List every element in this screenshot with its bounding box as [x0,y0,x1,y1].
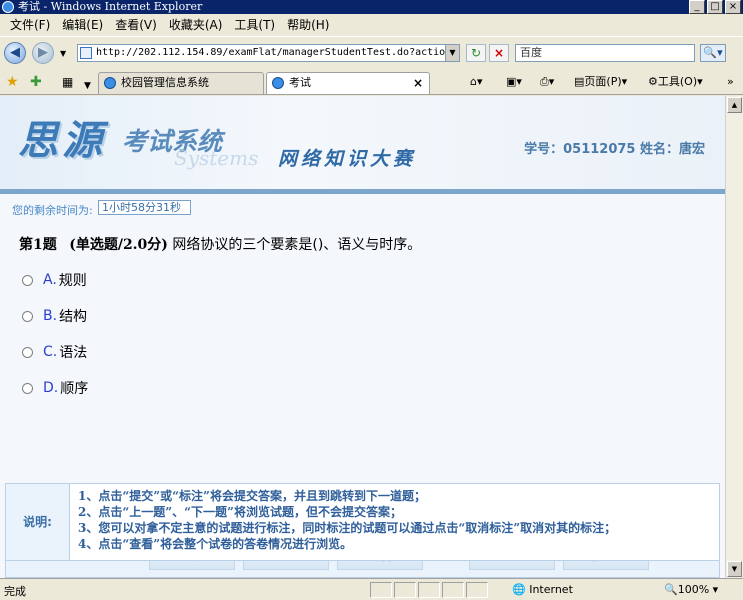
question-text: 网络协议的三个要素是()、语义与时序。 [172,237,422,253]
option-a[interactable]: A. 规则 [22,270,87,290]
tab-list-dropdown-icon[interactable]: ▼ [84,77,91,95]
scroll-up-button[interactable]: ▲ [727,97,742,113]
radio-d[interactable] [22,382,33,394]
feeds-icon[interactable]: ▣▾ [506,72,522,92]
page-icon [80,47,92,59]
address-dropdown-button[interactable]: ▼ [445,45,459,61]
timer-label: 您的剩余时间为: [12,204,93,217]
tab-ie-icon [104,77,116,89]
menu-favorites[interactable]: 收藏夹(A) [163,15,229,35]
tab-row: ★ ✚ ▦ ▼ 校园管理信息系统 考试 × ⌂▾ ▣▾ ⎙▾ ▤页面(P)▾ ⚙… [0,69,743,95]
browser-window: 考试 - Windows Internet Explorer _ □ × 文件(… [0,0,743,600]
stop-button[interactable]: × [489,44,509,62]
logo-main: 思源 [18,117,106,164]
zoom-level: 100% [677,583,710,596]
status-bar: 完成 🌐 Internet 🔍100% ▾ [0,578,743,600]
help-line: 2、点击“上一题”、“下一题”将浏览试题，但不会提交答案； [78,505,402,519]
refresh-button[interactable]: ↻ [466,44,486,62]
status-segment [466,582,488,598]
tab-label: 考试 [289,76,311,89]
option-letter: C. [43,344,58,360]
radio-c[interactable] [22,346,33,358]
search-input[interactable]: 百度 [515,44,695,62]
window-title: 考试 - Windows Internet Explorer [18,0,203,13]
menu-help[interactable]: 帮助(H) [281,15,335,35]
minimize-button[interactable]: _ [689,0,705,14]
favorites-star-icon[interactable]: ★ [6,73,19,91]
menu-bar: 文件(F) 编辑(E) 查看(V) 收藏夹(A) 工具(T) 帮助(H) [0,15,743,35]
more-chevron-icon[interactable]: » [727,72,734,92]
menu-file[interactable]: 文件(F) [4,15,56,35]
scroll-down-button[interactable]: ▼ [727,561,742,577]
student-info: 学号：05112075 姓名：唐宏 [524,142,705,157]
help-text: 1、点击“提交”或“标注”将会提交答案，并且到跳转到下一道题； 2、点击“上一题… [78,488,616,552]
history-dropdown-icon[interactable]: ▼ [60,49,66,58]
status-segment [418,582,440,598]
radio-a[interactable] [22,274,33,286]
question: 第1题 (单选题/2.0分) 网络协议的三个要素是()、语义与时序。 [19,234,421,254]
address-url: http://202.112.154.89/examFlat/managerSt… [96,47,460,58]
option-text: 结构 [59,309,88,325]
globe-icon: 🌐 [512,583,526,596]
option-letter: D. [43,380,59,396]
ie-icon [2,1,14,13]
quick-tabs-icon[interactable]: ▦ [62,73,73,91]
help-line: 4、点击“查看”将会整个试卷的答卷情况进行浏览。 [78,537,353,551]
option-c[interactable]: C. 语法 [22,342,87,362]
option-text: 规则 [58,273,87,289]
tab-exam[interactable]: 考试 × [266,72,430,94]
help-line: 3、您可以对拿不定主意的试题进行标注，同时标注的试题可以通过点击“取消标注”取消… [78,521,617,535]
timer-value: 1小时58分31秒 [98,200,191,215]
tab-ie-icon [272,77,284,89]
logo-en: Systems [174,146,259,170]
maximize-button[interactable]: □ [707,0,723,14]
forward-button[interactable]: ▶ [32,42,54,64]
tab-close-icon[interactable]: × [413,73,423,93]
menu-view[interactable]: 查看(V) [109,15,163,35]
back-button[interactable]: ◀ [4,42,26,64]
option-letter: A. [43,272,57,288]
option-d[interactable]: D. 顺序 [22,378,88,398]
tab-label: 校园管理信息系统 [121,76,209,89]
title-bar: 考试 - Windows Internet Explorer _ □ × [0,0,743,14]
address-bar[interactable]: http://202.112.154.89/examFlat/managerSt… [77,44,460,62]
status-segment [442,582,464,598]
menu-edit[interactable]: 编辑(E) [56,15,109,35]
help-line: 1、点击“提交”或“标注”将会提交答案，并且到跳转到下一道题； [78,489,426,503]
page-menu-label: 页面(P) [584,75,622,88]
contest-title: 网络知识大赛 [278,148,417,170]
menu-tools[interactable]: 工具(T) [228,15,281,35]
status-text: 完成 [4,585,26,598]
option-b[interactable]: B. 结构 [22,306,87,326]
search-button[interactable]: 🔍▾ [700,44,726,62]
address-row: ◀ ▶ ▼ http://202.112.154.89/examFlat/man… [0,36,743,68]
tab-campus[interactable]: 校园管理信息系统 [98,72,264,94]
option-letter: B. [43,308,58,324]
option-text: 顺序 [60,381,89,397]
zoom-control[interactable]: 🔍100% ▾ [664,583,718,596]
page-content: 思源 考试系统 Systems 网络知识大赛 学号：05112075 姓名：唐宏… [0,96,725,578]
page-menu[interactable]: ▤页面(P)▾ [574,72,627,92]
question-type: (单选题/2.0分) [69,237,168,253]
security-zone: 🌐 Internet [512,583,573,596]
tools-menu-label: 工具(O) [657,75,698,88]
print-icon[interactable]: ⎙▾ [540,72,554,92]
question-number: 第1题 [19,237,57,253]
window-controls: _ □ × [689,0,741,14]
option-text: 语法 [59,345,88,361]
zoom-icon: 🔍 [664,583,678,596]
status-segment [394,582,416,598]
add-favorite-icon[interactable]: ✚ [30,73,42,91]
header-banner: 思源 考试系统 Systems 网络知识大赛 学号：05112075 姓名：唐宏 [0,96,725,189]
status-segment [370,582,392,598]
tools-menu[interactable]: ⚙工具(O)▾ [648,72,703,92]
help-label: 说明: [6,484,70,560]
zone-label: Internet [529,583,573,596]
close-window-button[interactable]: × [725,0,741,14]
vertical-scrollbar[interactable]: ▲ ▼ [725,96,743,578]
radio-b[interactable] [22,310,33,322]
home-icon[interactable]: ⌂▾ [470,72,483,92]
help-box: 说明: 1、点击“提交”或“标注”将会提交答案，并且到跳转到下一道题； 2、点击… [5,483,720,561]
